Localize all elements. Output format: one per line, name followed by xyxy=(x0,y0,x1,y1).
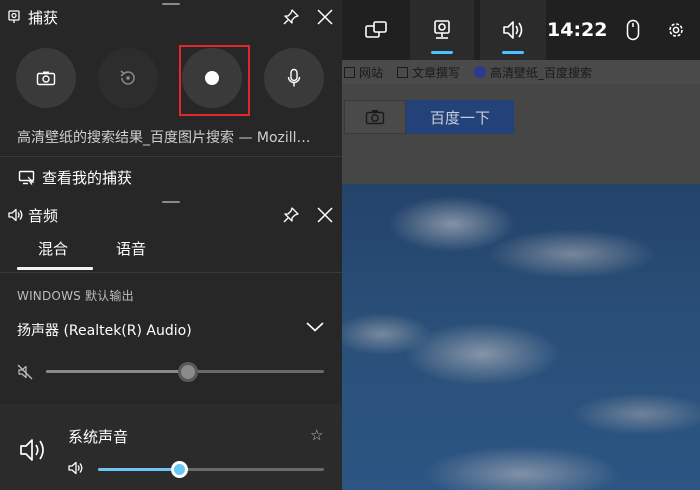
bookmark-label: 文章撰写 xyxy=(412,65,461,80)
browser-window: 网站 文章撰写 高清壁纸_百度搜索 百度一下 xyxy=(342,0,700,490)
search-row: 百度一下 xyxy=(342,84,700,184)
active-tab-indicator xyxy=(17,267,93,270)
folder-checkbox-icon xyxy=(397,66,409,78)
output-device-select[interactable]: 扬声器 (Realtek(R) Audio) xyxy=(17,320,192,340)
capture-icon xyxy=(434,20,450,39)
tab-mix[interactable]: 混合 xyxy=(38,238,68,259)
pin-icon[interactable] xyxy=(282,206,300,224)
view-captures-label: 查看我的捕获 xyxy=(42,168,133,187)
replay-icon xyxy=(120,70,135,85)
capture-panel: 捕获 高清壁纸的搜索结果_百度图片搜索 — Mozill… 查看我的捕获 xyxy=(0,0,342,198)
pin-icon[interactable] xyxy=(282,8,300,26)
screenshot-button[interactable] xyxy=(16,48,76,108)
bookmark-label: 高清壁纸_百度搜索 xyxy=(490,65,593,80)
microphone-icon xyxy=(287,68,301,87)
audio-icon xyxy=(503,21,523,39)
speaker-small-icon[interactable] xyxy=(68,461,84,475)
gallery-icon xyxy=(18,170,35,185)
recording-highlight-box xyxy=(179,45,250,116)
game-bar: 14:22 xyxy=(342,0,700,60)
divider xyxy=(0,156,342,157)
device-volume-fill xyxy=(46,370,188,373)
folder-checkbox-icon xyxy=(344,66,355,78)
app-volume-fill xyxy=(98,468,180,471)
bookmark-item[interactable]: 网站 xyxy=(344,64,383,81)
camera-icon[interactable] xyxy=(365,109,385,125)
device-volume-thumb[interactable] xyxy=(177,362,198,382)
capture-buttons xyxy=(0,48,342,114)
audio-widget-button[interactable] xyxy=(480,0,546,60)
active-indicator xyxy=(502,51,524,54)
gear-icon xyxy=(669,23,683,37)
microphone-button[interactable] xyxy=(264,48,324,108)
wallpaper-image xyxy=(342,184,700,490)
speaker-muted-icon[interactable] xyxy=(17,364,33,380)
bookmarks-bar: 网站 文章撰写 高清壁纸_百度搜索 xyxy=(342,60,700,84)
search-button[interactable]: 百度一下 xyxy=(406,100,514,134)
close-icon[interactable] xyxy=(316,8,334,26)
capture-header: 捕获 xyxy=(0,0,342,34)
chevron-down-icon[interactable] xyxy=(306,322,324,332)
settings-button[interactable] xyxy=(660,0,692,60)
audio-header: 音频 xyxy=(0,198,342,232)
app-name: 系统声音 xyxy=(68,428,129,446)
capture-small-icon xyxy=(8,10,20,23)
bookmark-item[interactable]: 高清壁纸_百度搜索 xyxy=(474,64,592,81)
widget-icon xyxy=(365,21,387,38)
baidu-paw-icon xyxy=(474,66,487,78)
active-indicator xyxy=(431,51,453,54)
speaker-small-icon xyxy=(8,208,23,222)
close-icon[interactable] xyxy=(316,206,334,224)
divider xyxy=(0,272,342,273)
bookmark-item[interactable]: 文章撰写 xyxy=(397,64,460,81)
speaker-icon xyxy=(20,439,44,461)
view-captures-link[interactable]: 查看我的捕获 xyxy=(0,158,342,196)
app-volume-thumb[interactable] xyxy=(170,461,188,478)
app-volume-section xyxy=(0,404,342,490)
default-output-label: WINDOWS 默认输出 xyxy=(17,289,134,303)
camera-icon xyxy=(36,71,56,86)
capture-target-caption: 高清壁纸的搜索结果_百度图片搜索 — Mozill… xyxy=(17,130,311,146)
clock: 14:22 xyxy=(547,19,608,41)
image-search-box[interactable] xyxy=(344,100,406,134)
record-last-button[interactable] xyxy=(98,48,158,108)
capture-title: 捕获 xyxy=(28,8,59,27)
widget-menu-button[interactable] xyxy=(350,0,402,60)
audio-title: 音频 xyxy=(28,206,59,225)
favorite-star-icon[interactable]: ☆ xyxy=(310,426,323,444)
tab-voice[interactable]: 语音 xyxy=(116,238,146,259)
mouse-button[interactable] xyxy=(618,0,648,60)
bookmark-label: 网站 xyxy=(359,65,384,80)
capture-widget-button[interactable] xyxy=(410,0,474,60)
audio-panel: 音频 混合 语音 WINDOWS 默认输出 扬声器 (Realtek(R) Au… xyxy=(0,198,342,490)
mouse-icon xyxy=(626,19,640,41)
